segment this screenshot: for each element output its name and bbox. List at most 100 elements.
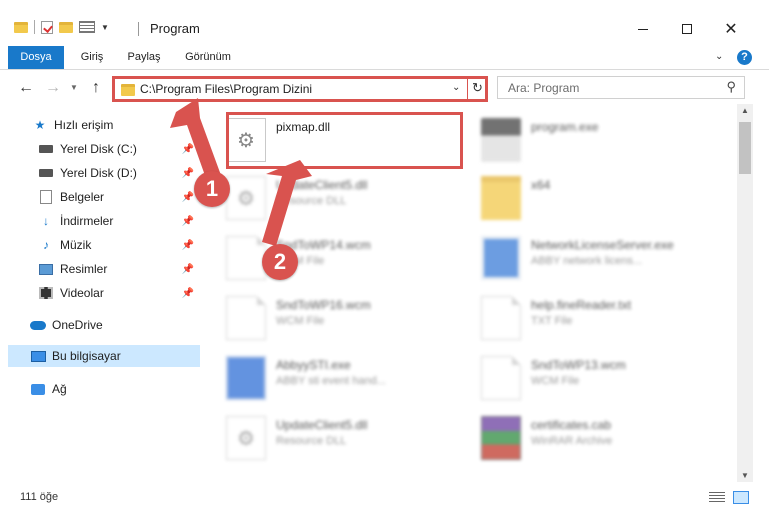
search-input[interactable]: Ara: Program ⚲ xyxy=(497,76,745,99)
scrollbar-thumb[interactable] xyxy=(739,122,751,174)
sidebar-item-label: Hızlı erişim xyxy=(54,118,114,132)
file-name: UpdateClient5.dll xyxy=(276,178,368,192)
customize-toolbar-icon[interactable]: ▼ xyxy=(101,23,109,32)
file-item[interactable]: AbbyySTI.exe ABBY sti event hand... xyxy=(206,348,451,404)
cloud-icon xyxy=(30,320,46,330)
divider xyxy=(34,20,35,34)
dll-file-icon: ⚙ xyxy=(226,416,266,460)
text-file-icon xyxy=(481,296,521,340)
maximize-icon xyxy=(682,24,692,34)
sidebar-item-local-disk-c[interactable]: Yerel Disk (C:) 📌 xyxy=(38,138,200,160)
file-description: ABBY sti event hand... xyxy=(276,375,386,387)
search-placeholder: Ara: Program xyxy=(508,81,580,95)
drive-icon xyxy=(39,169,53,177)
document-file-icon xyxy=(226,236,266,280)
folder-item[interactable]: x64 xyxy=(461,168,706,224)
tab-view[interactable]: Görünüm xyxy=(178,46,238,69)
sidebar-item-label: OneDrive xyxy=(52,318,103,332)
pictures-icon xyxy=(39,263,53,275)
status-bar: 111 öğe xyxy=(0,486,769,510)
step-1-badge: 1 xyxy=(194,171,230,207)
sidebar-item-downloads[interactable]: ↓ İndirmeler 📌 xyxy=(38,210,200,232)
tab-share[interactable]: Paylaş xyxy=(122,46,166,69)
archive-file-icon xyxy=(481,416,521,460)
scroll-down-icon[interactable]: ▼ xyxy=(741,471,749,480)
sidebar-item-pictures[interactable]: Resimler 📌 xyxy=(38,258,200,280)
sidebar-item-documents[interactable]: Belgeler 📌 xyxy=(38,186,200,208)
back-button[interactable]: ← xyxy=(18,79,34,97)
file-item[interactable]: ⚙ UpdateClient5.dll Resource DLL xyxy=(206,408,451,464)
file-item[interactable]: program.exe xyxy=(461,110,706,166)
videos-icon xyxy=(39,287,53,299)
file-item[interactable]: help.fineReader.txt TXT File xyxy=(461,288,706,344)
refresh-icon[interactable]: ↻ xyxy=(472,80,483,96)
sidebar-item-label: İndirmeler xyxy=(60,214,114,228)
pin-icon[interactable]: 📌 xyxy=(182,216,194,227)
sidebar-item-local-disk-d[interactable]: Yerel Disk (D:) 📌 xyxy=(38,162,200,184)
pin-icon[interactable]: 📌 xyxy=(182,168,194,179)
pin-icon[interactable]: 📌 xyxy=(182,144,194,155)
address-dropdown-icon[interactable]: ⌄ xyxy=(452,82,460,93)
music-icon: ♪ xyxy=(43,238,49,252)
sidebar-item-label: Bu bilgisayar xyxy=(52,349,121,363)
sidebar-item-label: Videolar xyxy=(60,286,104,300)
documents-icon xyxy=(40,190,52,204)
folder-icon xyxy=(121,84,135,96)
help-icon[interactable]: ? xyxy=(737,50,752,65)
search-icon[interactable]: ⚲ xyxy=(726,79,736,95)
sidebar-item-onedrive[interactable]: OneDrive xyxy=(30,314,200,336)
properties-icon[interactable] xyxy=(79,21,95,33)
scroll-up-icon[interactable]: ▲ xyxy=(741,106,749,115)
executable-file-icon xyxy=(226,356,266,400)
executable-file-icon xyxy=(481,118,521,162)
document-file-icon xyxy=(481,356,521,400)
sidebar-item-label: Yerel Disk (D:) xyxy=(60,166,137,180)
step-2-badge: 2 xyxy=(262,244,298,280)
vertical-scrollbar[interactable]: ▲ ▼ xyxy=(737,104,753,482)
file-name: NetworkLicenseServer.exe xyxy=(531,238,674,252)
forward-button[interactable]: → xyxy=(45,79,61,97)
large-icons-view-icon[interactable] xyxy=(733,491,749,504)
dll-file-icon: ⚙ xyxy=(226,176,266,220)
recent-locations-icon[interactable]: ▼ xyxy=(70,83,78,92)
tab-file[interactable]: Dosya xyxy=(8,46,64,69)
file-name: UpdateClient5.dll xyxy=(276,418,368,432)
file-name: certificates.cab xyxy=(531,418,612,432)
maximize-button[interactable] xyxy=(665,18,709,40)
close-button[interactable]: ✕ xyxy=(709,18,753,40)
navigation-pane: ★ Hızlı erişim Yerel Disk (C:) 📌 Yerel D… xyxy=(0,112,203,482)
file-item[interactable]: NetworkLicenseServer.exe ABBY network li… xyxy=(461,228,706,284)
sidebar-item-music[interactable]: ♪ Müzik 📌 xyxy=(38,234,200,256)
new-folder-icon[interactable] xyxy=(59,21,73,33)
pin-icon[interactable]: 📌 xyxy=(182,192,194,203)
minimize-button[interactable] xyxy=(621,18,665,40)
ribbon-tabs: Dosya Giriş Paylaş Görünüm ⌄ ? xyxy=(0,46,769,70)
file-item[interactable]: SndToWP13.wcm WCM File xyxy=(461,348,706,404)
address-path[interactable]: C:\Program Files\Program Dizini xyxy=(140,82,312,96)
title-bar: ▼ Program ✕ xyxy=(0,0,769,44)
details-view-icon[interactable] xyxy=(709,492,725,504)
file-item[interactable]: SndToWP14.wcm WCM File xyxy=(206,228,451,284)
pin-icon[interactable]: 📌 xyxy=(182,288,194,299)
pin-icon[interactable]: 📌 xyxy=(182,240,194,251)
download-icon: ↓ xyxy=(43,214,49,228)
file-item[interactable]: ⚙ UpdateClient5.dll Resource DLL xyxy=(206,168,451,224)
file-item[interactable]: certificates.cab WinRAR Archive xyxy=(461,408,706,464)
sidebar-item-quick-access[interactable]: ★ Hızlı erişim xyxy=(32,114,200,136)
pin-icon[interactable]: 📌 xyxy=(182,264,194,275)
file-description: WinRAR Archive xyxy=(531,435,613,447)
folder-icon xyxy=(14,21,28,33)
file-description: Resource DLL xyxy=(276,435,347,447)
computer-icon xyxy=(30,350,46,362)
address-bar[interactable]: C:\Program Files\Program Dizini ⌄ ↻ xyxy=(112,76,488,102)
sidebar-item-this-pc[interactable]: Bu bilgisayar xyxy=(8,345,200,367)
expand-ribbon-icon[interactable]: ⌄ xyxy=(715,51,723,62)
executable-file-icon xyxy=(481,236,521,280)
sidebar-item-network[interactable]: Ağ xyxy=(30,378,200,400)
file-item[interactable]: SndToWP16.wcm WCM File xyxy=(206,288,451,344)
sidebar-item-videos[interactable]: Videolar 📌 xyxy=(38,282,200,304)
properties-check-icon[interactable] xyxy=(41,20,53,34)
file-description: WCM File xyxy=(276,315,325,327)
tab-home[interactable]: Giriş xyxy=(72,46,112,69)
up-button[interactable]: ↑ xyxy=(92,79,100,97)
